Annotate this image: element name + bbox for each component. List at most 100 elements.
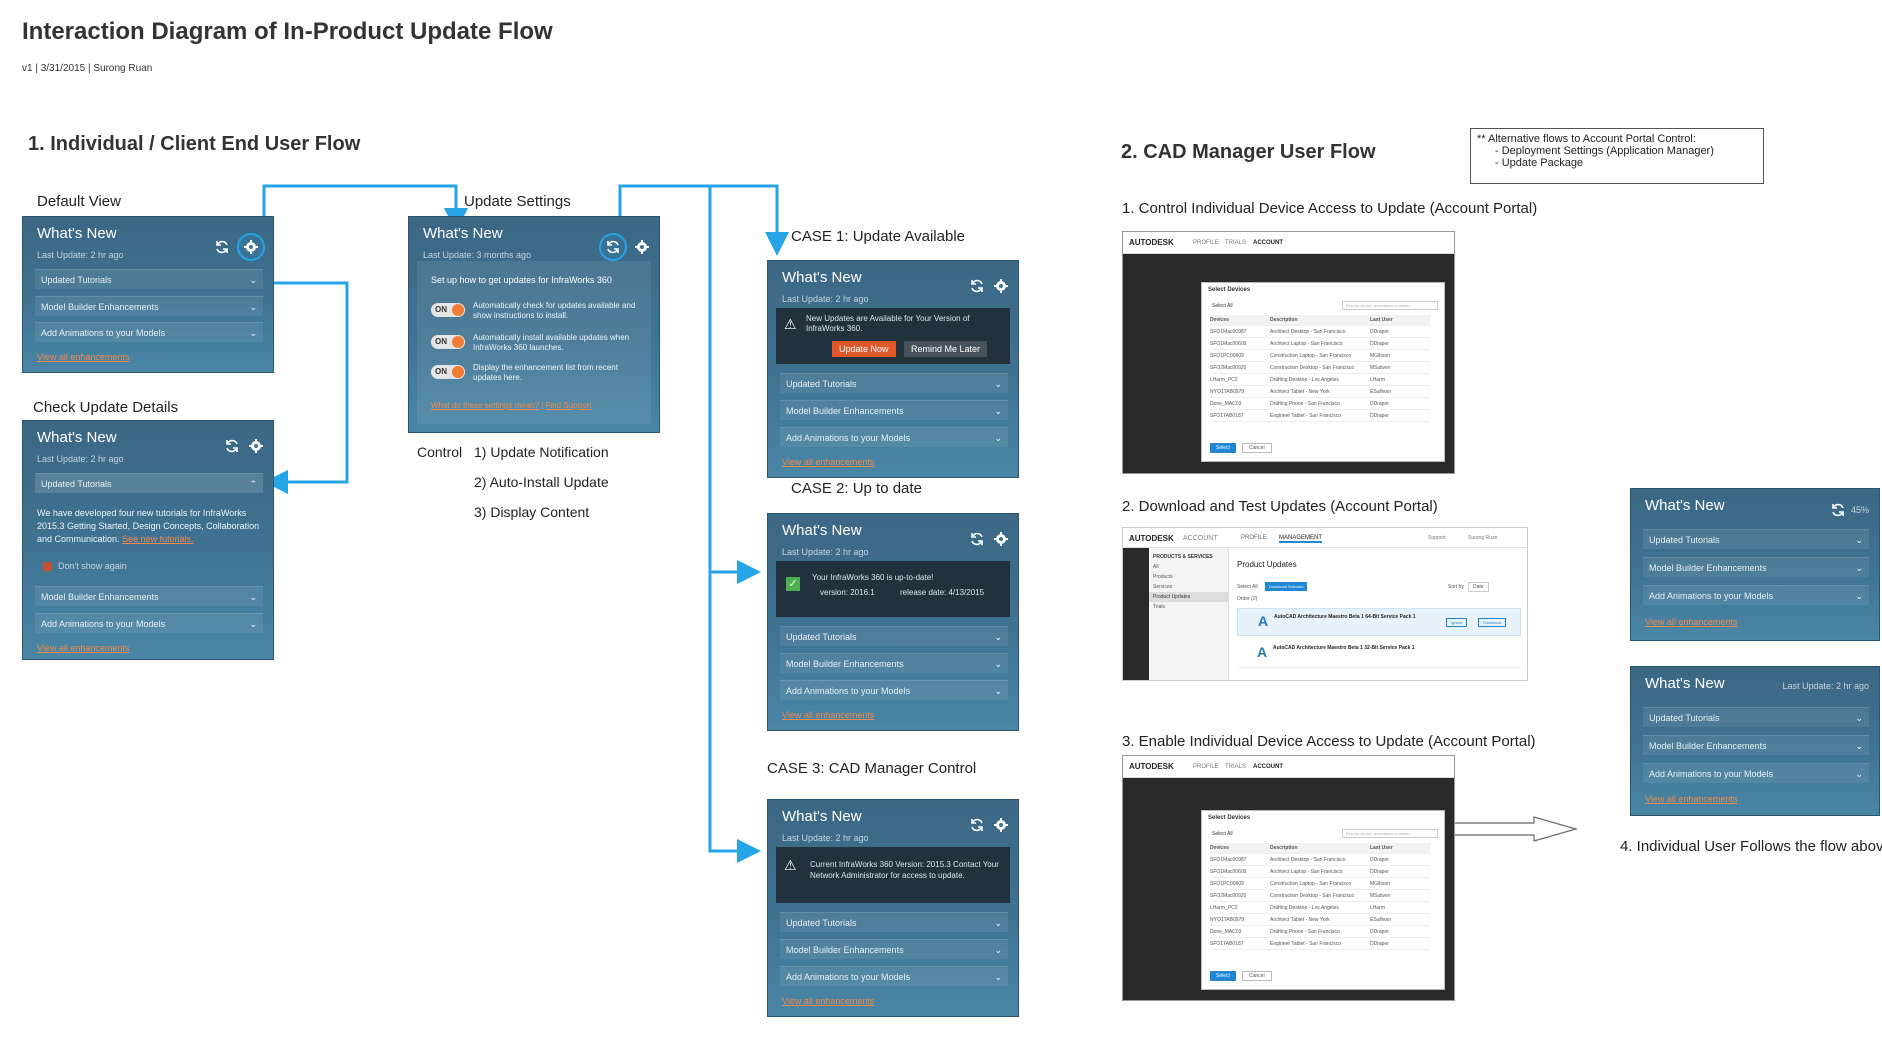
nav-trials[interactable]: TRIALS (1225, 240, 1246, 246)
view-all-link[interactable]: View all enhancements (1645, 617, 1737, 627)
device-row[interactable]: LHarm_PC2 Drafting Desktop - Los Angeles L… (1210, 903, 1430, 914)
device-row[interactable]: SFO1Mac00609 Architect Laptop - San Franc… (1210, 339, 1430, 350)
nav-account[interactable]: ACCOUNT (1253, 764, 1283, 770)
sidebar-item[interactable]: Product Updates (1149, 592, 1228, 602)
nav-account[interactable]: ACCOUNT (1253, 240, 1283, 246)
settings-meaning-link[interactable]: What do these settings mean? (431, 401, 539, 410)
row-updated-tutorials[interactable]: Updated Tutorials ⌄ (780, 912, 1008, 932)
view-all-link[interactable]: View all enhancements (782, 457, 874, 467)
row-updated-tutorials[interactable]: Updated Tutorials ⌄ (1643, 529, 1869, 549)
sidebar-item[interactable]: Products (1149, 572, 1228, 582)
row-updated-tutorials-expanded[interactable]: Updated Tutorials ⌃ (35, 473, 263, 493)
device-row[interactable]: SFO1Mac00987 Architect Desktop - San Fran… (1210, 855, 1430, 866)
view-all-link[interactable]: View all enhancements (782, 996, 874, 1006)
gear-icon[interactable] (992, 277, 1010, 295)
user-name[interactable]: Surong Ruan (1468, 535, 1497, 541)
refresh-icon[interactable] (599, 233, 627, 261)
row-add-animations[interactable]: Add Animations to your Models ⌄ (780, 966, 1008, 986)
nav-profile[interactable]: PROFILE (1193, 764, 1219, 770)
gear-icon[interactable] (237, 233, 265, 261)
device-row[interactable]: SFO1Mac00609 Architect Laptop - San Franc… (1210, 867, 1430, 878)
row-add-animations[interactable]: Add Animations to your Models ⌄ (35, 613, 263, 633)
select-all[interactable]: Select All (1237, 584, 1258, 590)
device-row[interactable]: Done_MAC03 Drafting Phone - San Francisco… (1210, 927, 1430, 938)
sort-select[interactable]: Date (1468, 582, 1489, 592)
ignore-button[interactable]: Ignore (1446, 618, 1468, 627)
row-model-builder[interactable]: Model Builder Enhancements ⌄ (780, 400, 1008, 420)
download-button[interactable]: Download (1478, 618, 1506, 627)
row-label: Updated Tutorials (786, 379, 857, 389)
select-all[interactable]: Select All (1212, 303, 1233, 309)
row-updated-tutorials[interactable]: Updated Tutorials ⌄ (780, 373, 1008, 393)
device-row[interactable]: Done_MAC03 Drafting Phone - San Francisco… (1210, 399, 1430, 410)
view-all-link[interactable]: View all enhancements (782, 710, 874, 720)
row-model-builder[interactable]: Model Builder Enhancements ⌄ (780, 939, 1008, 959)
refresh-icon[interactable] (1829, 501, 1847, 519)
row-model-builder[interactable]: Model Builder Enhancements ⌄ (1643, 557, 1869, 577)
sidebar-item[interactable]: PRODUCTS & SERVICES (1149, 548, 1228, 562)
update-item[interactable]: A AutoCAD Architecture Maestro Beta 1 32… (1237, 640, 1521, 668)
row-add-animations[interactable]: Add Animations to your Models ⌄ (35, 322, 263, 342)
device-search-input[interactable]: Find by device, description or name (1342, 829, 1438, 838)
checkbox[interactable] (43, 562, 52, 572)
device-search-input[interactable]: Find by device, description or name (1342, 301, 1438, 310)
gear-icon[interactable] (247, 437, 265, 455)
select-button[interactable]: Select (1210, 443, 1236, 453)
sidebar-item[interactable]: Trials (1149, 602, 1228, 612)
nav-profile[interactable]: PROFILE (1193, 240, 1219, 246)
select-all[interactable]: Select All (1212, 831, 1233, 837)
support-link[interactable]: Support (1428, 535, 1446, 541)
row-add-animations[interactable]: Add Animations to your Models ⌄ (1643, 585, 1869, 605)
device-row[interactable]: SFO2Mac00920 Construction Desktop - San F… (1210, 363, 1430, 374)
device-row[interactable]: SFO2Mac00920 Construction Desktop - San F… (1210, 891, 1430, 902)
row-model-builder[interactable]: Model Builder Enhancements ⌄ (780, 653, 1008, 673)
row-add-animations[interactable]: Add Animations to your Models ⌄ (780, 680, 1008, 700)
see-tutorials-link[interactable]: See new tutorials. (122, 534, 194, 544)
nav-management[interactable]: MANAGEMENT (1279, 535, 1323, 543)
device-row[interactable]: LHarm_PC2 Drafting Desktop - Los Angeles L… (1210, 375, 1430, 386)
nav-trials[interactable]: TRIALS (1225, 764, 1246, 770)
view-all-link[interactable]: View all enhancements (37, 643, 129, 653)
device-row[interactable]: NYO1TAB0978 Architect Tablet - New York ES… (1210, 387, 1430, 398)
update-item[interactable]: A AutoCAD Architecture Maestro Beta 1 64… (1237, 608, 1521, 636)
refresh-icon[interactable] (213, 238, 231, 256)
select-button[interactable]: Select (1210, 971, 1236, 981)
refresh-icon[interactable] (223, 437, 241, 455)
gear-icon[interactable] (992, 816, 1010, 834)
dont-show-row[interactable]: Don't show again (43, 561, 127, 572)
toggle-auto-install[interactable]: ON (431, 335, 465, 349)
refresh-icon[interactable] (968, 277, 986, 295)
row-model-builder[interactable]: Model Builder Enhancements ⌄ (1643, 735, 1869, 755)
row-add-animations[interactable]: Add Animations to your Models ⌄ (1643, 763, 1869, 783)
row-updated-tutorials[interactable]: Updated Tutorials ⌄ (1643, 707, 1869, 727)
refresh-icon[interactable] (968, 816, 986, 834)
view-all-link[interactable]: View all enhancements (1645, 794, 1737, 804)
row-updated-tutorials[interactable]: Updated Tutorials ⌄ (780, 626, 1008, 646)
gear-icon[interactable] (992, 530, 1010, 548)
view-all-link[interactable]: View all enhancements (37, 352, 129, 362)
refresh-icon[interactable] (968, 530, 986, 548)
device-row[interactable]: NYO1TAB0978 Architect Tablet - New York ES… (1210, 915, 1430, 926)
row-updated-tutorials[interactable]: Updated Tutorials ⌄ (35, 269, 263, 289)
sidebar-item[interactable]: All (1149, 562, 1228, 572)
cancel-button[interactable]: Cancel (1242, 443, 1272, 453)
find-support-link[interactable]: Find Support (546, 401, 592, 410)
device-row[interactable]: SFO1TAB0187 Engineer Tablet - San Francis… (1210, 411, 1430, 422)
gear-icon[interactable] (633, 238, 651, 256)
cancel-button[interactable]: Cancel (1242, 971, 1272, 981)
toggle-check-updates[interactable]: ON (431, 303, 465, 317)
remind-later-button[interactable]: Remind Me Later (904, 341, 988, 357)
download-selected-button[interactable]: Download Selected (1265, 582, 1308, 591)
device-row[interactable]: SFO1PC00609 Construction Laptop - San Fra… (1210, 879, 1430, 890)
row-model-builder[interactable]: Model Builder Enhancements ⌄ (35, 296, 263, 316)
toggle-display-content[interactable]: ON (431, 365, 465, 379)
nav-profile[interactable]: PROFILE (1241, 535, 1267, 541)
device-row[interactable]: SFO1TAB0187 Engineer Tablet - San Francis… (1210, 939, 1430, 950)
row-model-builder[interactable]: Model Builder Enhancements ⌄ (35, 586, 263, 606)
device-row[interactable]: SFO1PC00609 Construction Laptop - San Fra… (1210, 351, 1430, 362)
row-add-animations[interactable]: Add Animations to your Models ⌄ (780, 427, 1008, 447)
device-row[interactable]: SFO1Mac00987 Architect Desktop - San Fran… (1210, 327, 1430, 338)
chevron-down-icon: ⌄ (249, 592, 257, 602)
sidebar-item[interactable]: Services (1149, 582, 1228, 592)
update-now-button[interactable]: Update Now (832, 341, 896, 357)
